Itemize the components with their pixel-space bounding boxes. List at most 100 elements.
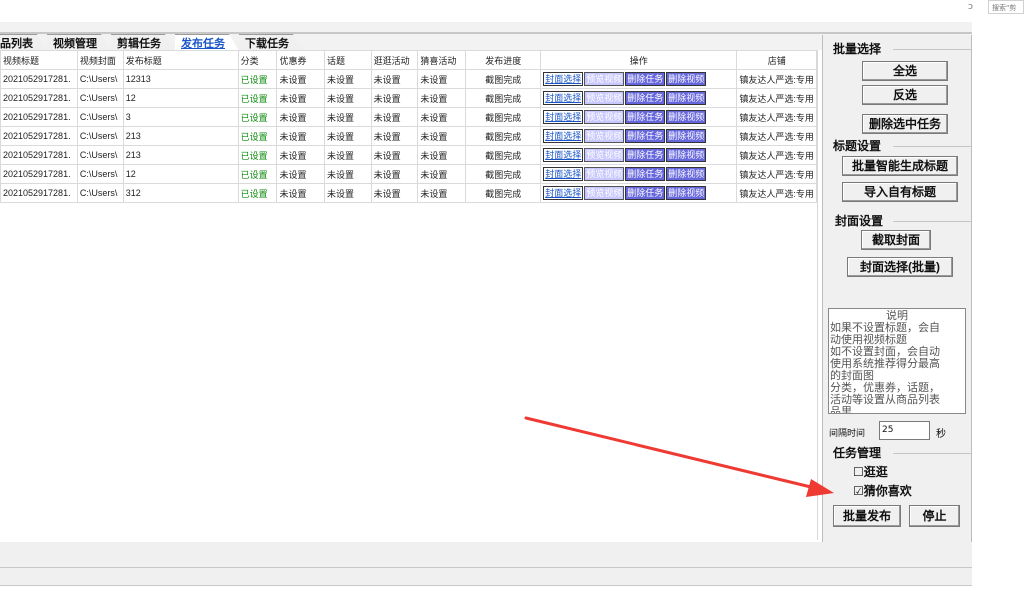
task-management-title: 任务管理 (833, 446, 882, 460)
cover-select-button[interactable]: 封面选择 (543, 110, 584, 124)
table-row[interactable]: 2021052917281. C:\Users\ 213 已设置 未设置 未设置 未设置 未设… (0, 145, 817, 165)
cover-select-button[interactable]: 封面选择 (543, 186, 584, 200)
cell-stroll-activity: 未设置 (370, 88, 419, 108)
cell-video-cover: C:\Users\ (76, 107, 124, 127)
preview-video-button[interactable]: 预览视频 (584, 110, 625, 124)
header-publish-progress[interactable]: 发布进度 (465, 50, 542, 70)
cover-select-button[interactable]: 封面选择 (543, 72, 584, 86)
table-row[interactable]: 2021052917281. C:\Users\ 12 已设置 未设置 未设置 未设置 未设置… (0, 88, 817, 108)
table-row[interactable]: 2021052917281. C:\Users\ 12 已设置 未设置 未设置 未设置 未设置… (0, 164, 817, 184)
preview-video-button[interactable]: 预览视频 (584, 72, 625, 86)
batch-cover-select-button[interactable]: 封面选择(批量) (847, 257, 953, 277)
cell-publish-progress: 截图完成 (465, 145, 542, 165)
cell-publish-progress: 截图完成 (465, 69, 542, 89)
group-divider (893, 146, 971, 147)
cover-select-button[interactable]: 封面选择 (543, 129, 584, 143)
delete-video-button[interactable]: 删除视频 (666, 129, 707, 143)
batch-publish-button[interactable]: 批量发布 (833, 505, 901, 527)
cell-video-title: 2021052917281. (0, 183, 78, 203)
tab-download-tasks[interactable]: 下载任务 (239, 34, 303, 51)
cell-guess-activity: 未设置 (417, 88, 467, 108)
header-topic[interactable]: 话题 (323, 50, 372, 70)
delete-task-button[interactable]: 删除任务 (625, 91, 666, 105)
delete-video-button[interactable]: 删除视频 (666, 91, 707, 105)
notes-line: 品里 (830, 406, 852, 414)
header-guess-activity[interactable]: 猜喜活动 (417, 50, 467, 70)
tab-publish-tasks[interactable]: 发布任务 (175, 34, 239, 51)
delete-task-button[interactable]: 删除任务 (625, 148, 666, 162)
delete-video-button[interactable]: 删除视频 (666, 72, 707, 86)
delete-video-button[interactable]: 删除视频 (666, 186, 707, 200)
delete-video-button[interactable]: 删除视频 (666, 148, 707, 162)
header-video-title[interactable]: 视频标题 (0, 50, 78, 70)
cell-publish-progress: 截图完成 (465, 107, 542, 127)
preview-video-button[interactable]: 预览视频 (584, 186, 625, 200)
table-row[interactable]: 2021052917281. C:\Users\ 3 已设置 未设置 未设置 未设置 未设置截… (0, 107, 817, 127)
tab-video-management[interactable]: 视频管理 (47, 34, 111, 51)
header-category[interactable]: 分类 (237, 50, 278, 70)
notes-textarea[interactable]: 说明 如果不设置标题，会自 动使用视频标题 如不设置封面，会自动 使用系统推荐得… (828, 308, 966, 414)
cover-select-button[interactable]: 封面选择 (543, 148, 584, 162)
table-body: 2021052917281. C:\Users\ 12313 已设置 未设置 未设置 未设置… (0, 69, 817, 203)
delete-video-button[interactable]: 删除视频 (666, 167, 707, 181)
cover-select-button[interactable]: 封面选择 (543, 167, 584, 181)
invert-selection-button[interactable]: 反选 (862, 85, 948, 105)
stroll-checkbox[interactable]: ☐逛逛 (853, 463, 888, 480)
preview-video-button[interactable]: 预览视频 (584, 91, 625, 105)
delete-task-button[interactable]: 删除任务 (625, 110, 666, 124)
cell-video-title: 2021052917281. (0, 145, 78, 165)
cell-actions: 封面选择 预览视频 删除任务 删除视频 (540, 145, 738, 165)
guess-you-like-checkbox[interactable]: ☑猜你喜欢 (853, 482, 912, 499)
cell-publish-title: 12313 (122, 69, 239, 89)
header-stroll-activity[interactable]: 逛逛活动 (370, 50, 419, 70)
header-coupon[interactable]: 优惠券 (276, 50, 325, 70)
delete-task-button[interactable]: 删除任务 (625, 72, 666, 86)
tab-product-list[interactable]: 品列表 (0, 34, 47, 51)
cell-guess-activity: 未设置 (417, 183, 467, 203)
notes-line: 的封面图 (830, 370, 874, 382)
window-control-icon[interactable]: ɔ (968, 2, 973, 12)
delete-task-button[interactable]: 删除任务 (625, 186, 666, 200)
table-row[interactable]: 2021052917281. C:\Users\ 312 已设置 未设置 未设置 未设置 未设… (0, 183, 817, 203)
cell-coupon: 未设置 (276, 107, 325, 127)
header-actions[interactable]: 操作 (540, 50, 738, 70)
tab-edit-tasks[interactable]: 剪辑任务 (111, 34, 175, 51)
header-publish-title[interactable]: 发布标题 (122, 50, 239, 70)
header-video-cover[interactable]: 视频封面 (76, 50, 124, 70)
cell-publish-title: 213 (122, 145, 239, 165)
header-shop[interactable]: 店铺 (736, 50, 817, 70)
preview-video-button[interactable]: 预览视频 (584, 167, 625, 181)
cover-select-button[interactable]: 封面选择 (543, 91, 584, 105)
cell-publish-title: 312 (122, 183, 239, 203)
table-row[interactable]: 2021052917281. C:\Users\ 213 已设置 未设置 未设置 未设置 未设… (0, 126, 817, 146)
interval-input[interactable]: 25 (879, 421, 930, 440)
delete-video-button[interactable]: 删除视频 (666, 110, 707, 124)
cell-video-cover: C:\Users\ (76, 183, 124, 203)
import-titles-button[interactable]: 导入自有标题 (842, 182, 958, 202)
delete-task-button[interactable]: 删除任务 (625, 167, 666, 181)
cell-video-title: 2021052917281. (0, 69, 78, 89)
batch-select-title: 批量选择 (833, 42, 882, 56)
outer-search-input[interactable]: 搜索"剪 (988, 0, 1024, 14)
cell-publish-title: 213 (122, 126, 239, 146)
cell-shop: 镇友达人严选:专用 (736, 164, 817, 184)
cell-video-cover: C:\Users\ (76, 88, 124, 108)
delete-selected-button[interactable]: 删除选中任务 (862, 114, 948, 134)
stop-button[interactable]: 停止 (909, 505, 960, 527)
capture-cover-button[interactable]: 截取封面 (861, 230, 931, 250)
preview-video-button[interactable]: 预览视频 (584, 148, 625, 162)
cell-stroll-activity: 未设置 (370, 164, 419, 184)
cell-topic: 未设置 (323, 107, 372, 127)
cell-guess-activity: 未设置 (417, 69, 467, 89)
preview-video-button[interactable]: 预览视频 (584, 129, 625, 143)
cell-stroll-activity: 未设置 (370, 69, 419, 89)
cell-shop: 镇友达人严选:专用 (736, 145, 817, 165)
cell-actions: 封面选择 预览视频 删除任务 删除视频 (540, 183, 738, 203)
select-all-button[interactable]: 全选 (862, 61, 948, 81)
cell-topic: 未设置 (323, 183, 372, 203)
delete-task-button[interactable]: 删除任务 (625, 129, 666, 143)
table-row[interactable]: 2021052917281. C:\Users\ 12313 已设置 未设置 未设置 未设置… (0, 69, 817, 89)
interval-unit: 秒 (936, 429, 946, 440)
auto-generate-titles-button[interactable]: 批量智能生成标题 (842, 156, 958, 176)
cell-category: 已设置 (237, 183, 278, 203)
